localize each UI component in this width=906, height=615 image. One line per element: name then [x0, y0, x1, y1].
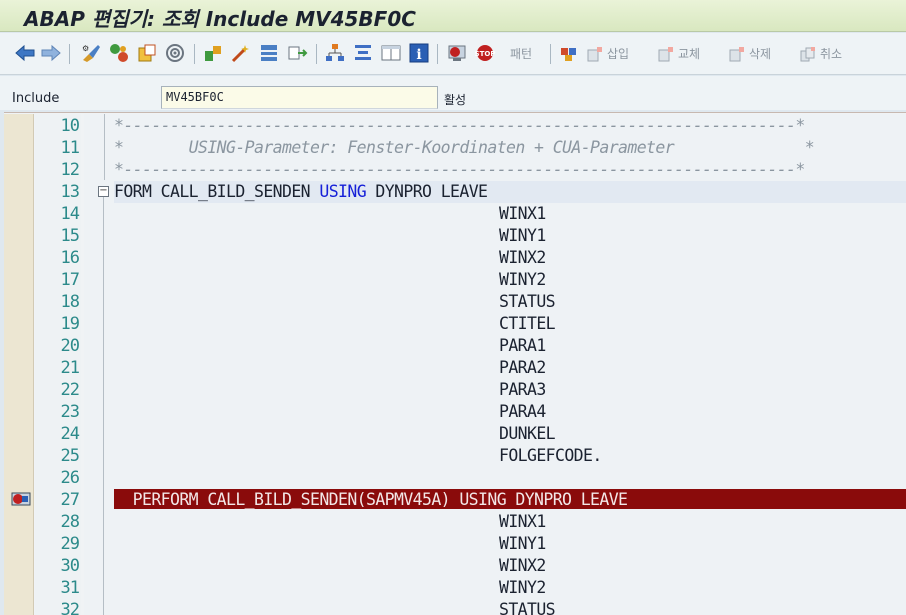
forward-arrow-icon[interactable] — [40, 42, 62, 64]
activate-icon[interactable] — [108, 42, 130, 64]
object-list-icon[interactable] — [202, 42, 224, 64]
other-object-icon[interactable] — [136, 42, 158, 64]
pattern-button[interactable]: 패턴 — [510, 45, 532, 62]
breakpoint-code-line: 27 PERFORM CALL_BILD_SENDEN(SAPMV45A) US… — [0, 489, 906, 511]
display-change-icon[interactable]: ⚙ — [80, 42, 102, 64]
info-icon[interactable]: i — [408, 42, 430, 64]
breakpoint-icon[interactable] — [10, 491, 32, 509]
svg-text:i: i — [416, 47, 421, 63]
activation-status: 활성 — [444, 93, 467, 107]
split-screen-icon[interactable] — [380, 42, 402, 64]
code-line: 10 *------------------------------------… — [60, 116, 806, 136]
set-breakpoint-icon[interactable] — [446, 42, 468, 64]
tree-structure-icon[interactable] — [324, 42, 346, 64]
delete-button[interactable]: 삭제 — [729, 45, 771, 62]
code-line: 30 WINX2 — [60, 556, 547, 576]
include-name-field[interactable]: MV45BF0C — [161, 86, 438, 109]
code-line: 24 DUNKEL — [60, 424, 556, 444]
code-line: 15 WINY1 — [60, 226, 547, 246]
code-line: 25 FOLGEFCODE. — [60, 446, 603, 466]
hierarchy-icon[interactable] — [258, 42, 280, 64]
cancel-button[interactable]: 취소 — [800, 45, 842, 62]
insert-icon — [587, 46, 605, 62]
replace-icon — [658, 46, 676, 62]
back-arrow-icon[interactable] — [14, 42, 36, 64]
code-line: 20 PARA1 — [60, 336, 547, 356]
insert-button[interactable]: 삽입 — [587, 45, 629, 62]
svg-text:STOP: STOP — [475, 50, 496, 58]
code-line: 22 PARA3 — [60, 380, 547, 400]
code-line: 18 STATUS — [60, 292, 556, 312]
code-line: 19 CTITEL — [60, 314, 556, 334]
code-line: 26 — [60, 468, 80, 488]
code-line: 17 WINY2 — [60, 270, 547, 290]
replace-button[interactable]: 교체 — [658, 45, 700, 62]
block-icon[interactable] — [558, 42, 580, 64]
delete-icon — [729, 46, 747, 62]
svg-text:⚙: ⚙ — [82, 44, 89, 53]
undo-icon — [800, 46, 818, 62]
code-line: 21 PARA2 — [60, 358, 547, 378]
code-line: 28 WINX1 — [60, 512, 547, 532]
code-line: 23 PARA4 — [60, 402, 547, 422]
code-line: 16 WINX2 — [60, 248, 547, 268]
magic-wand-icon[interactable] — [230, 42, 252, 64]
code-line: 29 WINY1 — [60, 534, 547, 554]
code-line: 11 * USING-Parameter: Fenster-Koordinate… — [60, 138, 815, 158]
stop-breakpoint-icon[interactable]: STOP — [474, 42, 496, 64]
code-line: 12 *------------------------------------… — [60, 160, 806, 180]
code-line: 14 WINX1 — [60, 204, 547, 224]
application-toolbar: ⚙ i STOP 패턴 삽입 교체 삭제 취소 — [0, 33, 906, 75]
collapse-icon[interactable]: − — [98, 186, 109, 197]
window-title: ABAP 편집기: 조회 Include MV45BF0C — [24, 7, 416, 31]
navigation-icon[interactable] — [286, 42, 308, 64]
where-used-icon[interactable] — [164, 42, 186, 64]
code-line: 31 WINY2 — [60, 578, 547, 598]
title-bar: ABAP 편집기: 조회 Include MV45BF0C — [0, 0, 906, 32]
code-line: 32 STATUS — [60, 600, 556, 615]
pretty-printer-icon[interactable] — [352, 42, 374, 64]
include-label: Include — [12, 91, 60, 106]
code-line: 13 − FORM CALL_BILD_SENDEN USING DYNPRO … — [60, 182, 488, 202]
